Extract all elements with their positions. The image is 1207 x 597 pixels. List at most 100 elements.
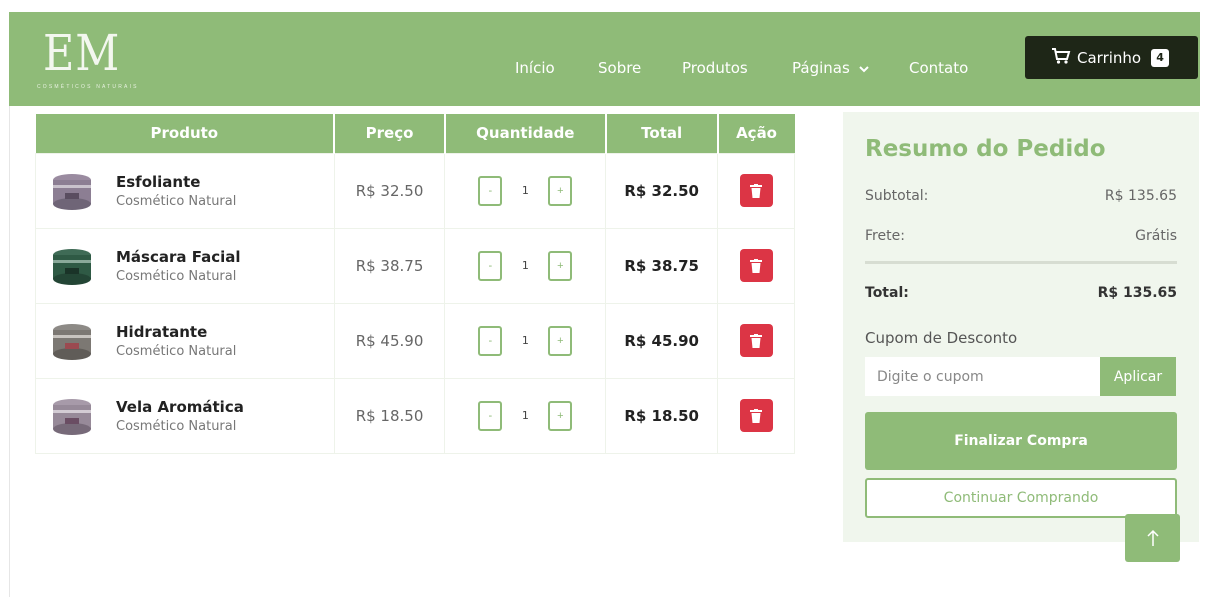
table-row: Esfoliante Cosmético Natural R$ 32.50 - …	[35, 152, 795, 229]
nav-link-contato[interactable]: Contato	[909, 59, 968, 77]
action-cell	[717, 227, 795, 304]
page-border	[9, 106, 10, 597]
increase-qty-button[interactable]: +	[548, 400, 573, 431]
product-jar-image	[50, 171, 94, 211]
quantity-cell: - 1 +	[444, 302, 607, 379]
product-jar-image	[50, 396, 94, 436]
product-jar-image	[50, 321, 94, 361]
product-cell: Hidratante Cosmético Natural	[35, 302, 335, 379]
product-jar-image	[50, 246, 94, 286]
header-preco: Preço	[334, 114, 446, 153]
cart-icon	[1051, 47, 1077, 69]
trash-icon	[750, 408, 763, 423]
shipping-label: Frete:	[865, 228, 905, 244]
nav-link-inicio[interactable]: Início	[515, 59, 555, 77]
quantity-cell: - 1 +	[444, 377, 607, 454]
back-to-top-button[interactable]	[1125, 514, 1180, 562]
product-name: Vela Aromática	[116, 397, 244, 416]
nav-link-paginas: Páginas	[792, 59, 850, 77]
price-cell: R$ 18.50	[333, 377, 446, 454]
increase-qty-button[interactable]: +	[548, 250, 573, 281]
order-summary-panel: Resumo do Pedido Subtotal: R$ 135.65 Fre…	[843, 112, 1199, 542]
action-cell	[717, 302, 795, 379]
quantity-stepper: - 1 +	[445, 400, 605, 431]
apply-coupon-button[interactable]: Aplicar	[1100, 357, 1176, 396]
quantity-value[interactable]: 1	[502, 409, 548, 422]
table-row: Vela Aromática Cosmético Natural R$ 18.5…	[35, 377, 795, 454]
product-cell: Esfoliante Cosmético Natural	[35, 152, 335, 229]
product-cell: Vela Aromática Cosmético Natural	[35, 377, 335, 454]
arrow-up-icon	[1146, 529, 1159, 546]
shipping-value: Grátis	[1135, 228, 1177, 244]
cart-count-badge: 4	[1151, 48, 1170, 67]
header-total: Total	[605, 114, 719, 153]
remove-item-button[interactable]	[739, 399, 773, 432]
increase-qty-button[interactable]: +	[548, 325, 573, 356]
shipping-row: Frete: Grátis	[865, 228, 1177, 244]
header-produto: Produto	[35, 114, 336, 153]
total-value: R$ 135.65	[1097, 285, 1177, 301]
total-cell: R$ 45.90	[605, 302, 719, 379]
coupon-label: Cupom de Desconto	[865, 329, 1018, 347]
product-cell: Máscara Facial Cosmético Natural	[35, 227, 335, 304]
product-name: Esfoliante	[116, 172, 201, 191]
quantity-stepper: - 1 +	[445, 250, 605, 281]
summary-title: Resumo do Pedido	[865, 136, 1106, 162]
price-cell: R$ 45.90	[333, 302, 446, 379]
product-category: Cosmético Natural	[116, 343, 237, 359]
quantity-cell: - 1 +	[444, 227, 607, 304]
product-name: Hidratante	[116, 322, 208, 341]
header-acao: Ação	[717, 114, 795, 153]
total-row: Total: R$ 135.65	[865, 285, 1177, 301]
trash-icon	[750, 183, 763, 198]
quantity-value[interactable]: 1	[502, 184, 548, 197]
trash-icon	[750, 258, 763, 273]
logo-subtitle: COSMÉTICOS NATURAIS	[37, 84, 139, 90]
subtotal-row: Subtotal: R$ 135.65	[865, 188, 1177, 204]
table-row: Máscara Facial Cosmético Natural R$ 38.7…	[35, 227, 795, 304]
decrease-qty-button[interactable]: -	[478, 250, 503, 281]
remove-item-button[interactable]	[739, 324, 773, 357]
logo[interactable]: EM COSMÉTICOS NATURAIS	[37, 22, 167, 92]
product-category: Cosmético Natural	[116, 193, 237, 209]
quantity-stepper: - 1 +	[445, 175, 605, 206]
navbar: EM COSMÉTICOS NATURAIS Início Sobre Prod…	[9, 12, 1200, 106]
price-cell: R$ 32.50	[333, 152, 446, 229]
total-cell: R$ 18.50	[605, 377, 719, 454]
chevron-down-icon	[858, 65, 869, 76]
increase-qty-button[interactable]: +	[548, 175, 573, 206]
cart-label: Carrinho	[1077, 48, 1142, 67]
decrease-qty-button[interactable]: -	[478, 400, 503, 431]
logo-text: EM	[43, 24, 121, 82]
subtotal-value: R$ 135.65	[1104, 188, 1177, 204]
continue-shopping-button[interactable]: Continuar Comprando	[865, 478, 1177, 518]
quantity-value[interactable]: 1	[502, 259, 548, 272]
cart-button[interactable]: Carrinho 4	[1025, 36, 1198, 79]
table-row: Hidratante Cosmético Natural R$ 45.90 - …	[35, 302, 795, 379]
action-cell	[717, 377, 795, 454]
price-cell: R$ 38.75	[333, 227, 446, 304]
summary-divider	[865, 261, 1177, 264]
quantity-value[interactable]: 1	[502, 334, 548, 347]
checkout-button[interactable]: Finalizar Compra	[865, 412, 1177, 470]
decrease-qty-button[interactable]: -	[478, 325, 503, 356]
total-cell: R$ 32.50	[605, 152, 719, 229]
decrease-qty-button[interactable]: -	[478, 175, 503, 206]
product-name: Máscara Facial	[116, 247, 241, 266]
subtotal-label: Subtotal:	[865, 188, 929, 204]
product-category: Cosmético Natural	[116, 268, 237, 284]
remove-item-button[interactable]	[739, 174, 773, 207]
total-cell: R$ 38.75	[605, 227, 719, 304]
coupon-input[interactable]	[865, 357, 1100, 396]
nav-dropdown-paginas[interactable]: Páginas	[792, 59, 869, 77]
action-cell	[717, 152, 795, 229]
table-header-row: Produto Preço Quantidade Total Ação	[35, 114, 795, 153]
quantity-cell: - 1 +	[444, 152, 607, 229]
nav-link-produtos[interactable]: Produtos	[682, 59, 748, 77]
trash-icon	[750, 333, 763, 348]
header-quantidade: Quantidade	[444, 114, 607, 153]
product-category: Cosmético Natural	[116, 418, 237, 434]
nav-link-sobre[interactable]: Sobre	[598, 59, 641, 77]
quantity-stepper: - 1 +	[445, 325, 605, 356]
remove-item-button[interactable]	[739, 249, 773, 282]
